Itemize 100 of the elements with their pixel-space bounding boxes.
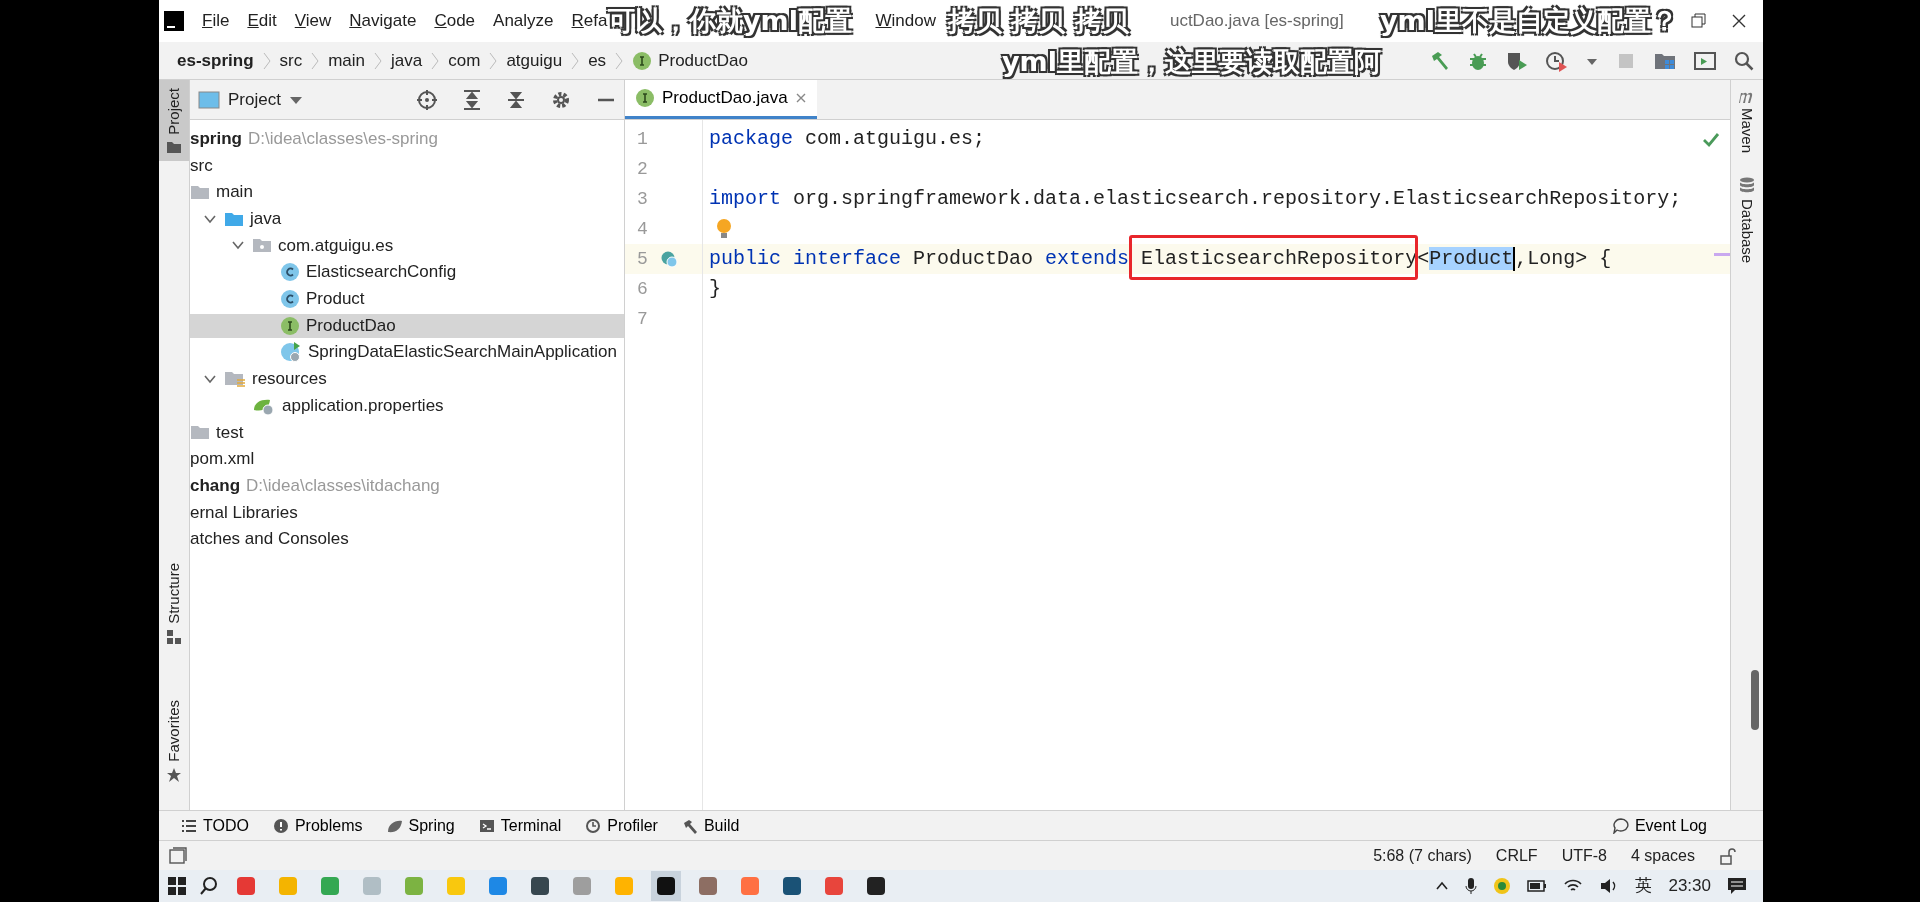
hammer-icon[interactable] — [1429, 49, 1451, 72]
editor-tab[interactable]: ProductDao.java — [625, 80, 817, 119]
chevron-icon — [261, 51, 272, 70]
search-icon[interactable] — [199, 876, 219, 896]
breadcrumb[interactable]: es — [580, 47, 615, 74]
tree-item[interactable]: chang D:\idea\classes\itdachang — [190, 473, 624, 498]
chevron-icon — [310, 51, 321, 70]
breadcrumb[interactable]: java — [383, 47, 431, 74]
panel-toggle-icon[interactable] — [169, 846, 187, 865]
tree-item[interactable]: src — [190, 153, 624, 178]
class-icon — [280, 262, 300, 283]
app-icon[interactable] — [656, 876, 676, 896]
tree-item[interactable]: com.atguigu.es — [190, 233, 624, 258]
folder-icon — [224, 369, 246, 388]
class-icon — [280, 288, 300, 309]
comment-overlay: yml里不是自定义配置？ — [1380, 5, 1678, 37]
code-line: package com.atguigu.es; — [709, 126, 986, 152]
microphone-icon[interactable] — [1465, 877, 1478, 895]
search-icon[interactable] — [1733, 49, 1755, 72]
tool-window-tab[interactable]: Project — [159, 80, 189, 161]
chevron-icon — [614, 51, 625, 70]
app-icon[interactable] — [530, 876, 550, 896]
menu-item[interactable]: File — [193, 8, 239, 34]
clock[interactable]: 23:30 — [1668, 873, 1711, 899]
breadcrumb[interactable]: src — [271, 47, 311, 74]
build-icon — [681, 817, 698, 834]
breadcrumb[interactable]: main — [320, 47, 374, 74]
restore-icon[interactable] — [1691, 13, 1707, 29]
tree-item[interactable]: application.properties — [190, 393, 624, 418]
menu-item[interactable]: View — [285, 8, 341, 34]
breadcrumb[interactable]: atguigu — [498, 47, 571, 74]
menu-item[interactable]: Edit — [238, 8, 286, 34]
tree-item[interactable]: resources — [190, 366, 624, 391]
chevron-icon — [488, 51, 499, 70]
line-number: 6 — [637, 277, 648, 301]
tool-window-button[interactable]: Terminal — [470, 813, 570, 838]
code-line: import org.springframework.data.elasticsearch.repository.ElasticsearchRepository; — [709, 186, 1682, 212]
tool-window-button[interactable]: Problems — [264, 813, 371, 838]
line-number: 3 — [637, 187, 648, 211]
app-icon[interactable] — [782, 876, 802, 896]
tree-item[interactable]: test — [190, 420, 624, 445]
tree-item[interactable]: SpringDataElasticSearchMainApplication — [190, 340, 624, 365]
comment-overlay: yml里配置，这里要读取配置阿 — [1002, 46, 1381, 78]
comment-overlay: 可以，你就yml配置 — [608, 5, 852, 37]
tree-item[interactable]: Product — [190, 286, 624, 311]
tool-window-button[interactable]: TODO — [173, 813, 257, 838]
tray-app-icon[interactable] — [1493, 877, 1512, 895]
close-icon[interactable] — [1731, 13, 1747, 29]
tree-item[interactable]: ernal Libraries — [190, 500, 624, 525]
tree-item[interactable]: pom.xml — [190, 446, 624, 471]
event-log-button[interactable]: Event Log — [1604, 813, 1715, 838]
tree-item[interactable]: ProductDao — [190, 313, 624, 338]
scrollbar-thumb[interactable] — [1751, 670, 1759, 730]
line-number: 2 — [637, 157, 648, 181]
folder-icon — [224, 210, 244, 227]
app-icon[interactable] — [866, 876, 886, 896]
package-icon — [252, 237, 272, 254]
menu-item[interactable]: Navigate — [340, 8, 426, 34]
clock-run-icon[interactable] — [1545, 49, 1569, 72]
start-icon[interactable] — [167, 876, 187, 896]
implements-icon[interactable] — [659, 250, 678, 268]
terminal-icon — [478, 817, 495, 834]
locate-icon[interactable] — [416, 88, 438, 111]
lightbulb-icon[interactable] — [715, 218, 733, 240]
chevron-icon — [570, 51, 581, 70]
panel-title[interactable]: Project — [228, 86, 281, 113]
tree-item[interactable]: java — [190, 206, 624, 231]
battery-icon[interactable] — [1527, 879, 1548, 893]
tree-item[interactable]: spring D:\idea\classes\es-spring — [190, 126, 624, 151]
file-encoding[interactable]: UTF-8 — [1561, 843, 1607, 868]
tool-window-tab[interactable]: Favorites — [159, 692, 189, 790]
tree-item[interactable]: ElasticsearchConfig — [190, 260, 624, 285]
menu-item[interactable]: Code — [425, 8, 485, 34]
folder-icon — [190, 184, 210, 201]
breadcrumb[interactable]: ProductDao — [624, 47, 756, 74]
tool-window-tab[interactable]: Maven — [1735, 88, 1759, 154]
expand-all-icon[interactable] — [462, 88, 482, 111]
tree-item[interactable]: main — [190, 180, 624, 205]
interface-icon — [635, 88, 655, 108]
tree-item[interactable]: atches and Consoles — [190, 527, 624, 551]
caret-position[interactable]: 5:68 (7 chars) — [1373, 843, 1472, 868]
tool-window-tab[interactable]: Database — [1735, 177, 1759, 264]
speech-bubble-icon — [1612, 817, 1629, 834]
tool-window-button[interactable]: Profiler — [577, 813, 666, 838]
breadcrumb[interactable]: com — [440, 47, 489, 74]
breadcrumb[interactable]: es-spring — [169, 47, 262, 74]
unlock-icon[interactable] — [1719, 846, 1737, 865]
menu-item[interactable]: Analyze — [484, 8, 563, 34]
tool-window-button[interactable]: Build — [673, 813, 748, 838]
tool-window-tab[interactable]: Structure — [159, 555, 189, 653]
line-separator[interactable]: CRLF — [1495, 843, 1538, 868]
todo-icon — [181, 817, 197, 834]
input-method[interactable]: 英 — [1635, 873, 1653, 899]
line-number: 7 — [637, 307, 648, 331]
notification-icon[interactable] — [1727, 877, 1747, 895]
tool-window-button[interactable]: Spring — [378, 813, 463, 838]
indent-setting[interactable]: 4 spaces — [1630, 843, 1695, 868]
menu-item[interactable]: Window — [866, 8, 945, 34]
wifi-icon[interactable] — [1563, 878, 1584, 894]
window-icon[interactable] — [1693, 49, 1717, 72]
